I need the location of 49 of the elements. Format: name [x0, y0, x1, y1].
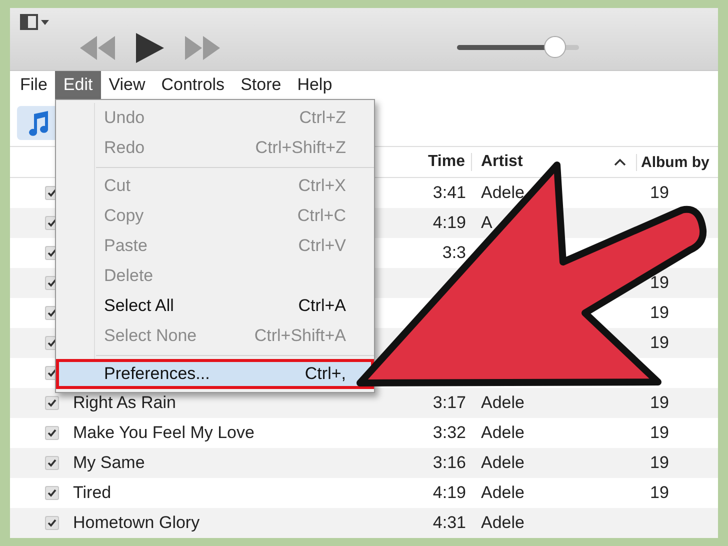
menu-item[interactable]: Select All Ctrl+A	[56, 291, 374, 321]
song-title: Hometown Glory	[73, 513, 200, 532]
song-artist: A	[481, 213, 492, 232]
menu-bar-item[interactable]: Controls	[153, 71, 233, 99]
song-time: 3:41	[432, 183, 466, 202]
song-time: 3:32	[432, 423, 466, 442]
song-album: 19	[650, 183, 669, 202]
menu-bar-item[interactable]: Edit	[55, 71, 101, 99]
song-artist: Adele	[481, 453, 524, 472]
sort-chevron-icon[interactable]	[614, 158, 626, 166]
song-time: 3:17	[432, 393, 466, 412]
music-note-icon	[27, 110, 49, 136]
song-album: 19	[650, 423, 669, 442]
song-album: 19	[650, 453, 669, 472]
song-time: 4:19	[432, 213, 466, 232]
song-time: 4:31	[432, 513, 466, 532]
song-album: 19	[650, 273, 669, 292]
sidebar-toggle-icon[interactable]	[20, 14, 50, 30]
song-artist: Adele	[481, 513, 524, 532]
checkbox[interactable]	[45, 456, 59, 470]
song-title: Make You Feel My Love	[73, 423, 254, 442]
song-artist: Adele	[481, 483, 524, 502]
checkbox[interactable]	[45, 426, 59, 440]
song-title: Tired	[73, 483, 112, 502]
menu-bar-item[interactable]: Help	[289, 71, 340, 99]
menu-item[interactable]: Preferences... Ctrl+,	[56, 359, 374, 389]
song-time: 3:3	[442, 243, 466, 262]
menu-bar-item[interactable]: File	[12, 71, 56, 99]
song-artist: Adele	[481, 393, 524, 412]
play-icon[interactable]	[136, 33, 164, 63]
song-album: 19	[650, 333, 669, 352]
checkbox[interactable]	[45, 486, 59, 500]
column-heading[interactable]: Time	[390, 153, 472, 171]
song-album: 19	[650, 483, 669, 502]
song-title: My Same	[73, 453, 145, 472]
column-heading[interactable]: Album by	[636, 154, 718, 170]
song-title: Right As Rain	[73, 393, 176, 412]
volume-slider[interactable]	[457, 36, 579, 58]
song-album: 19	[650, 393, 669, 412]
song-time: 4:19	[432, 483, 466, 502]
song-artist: Adele	[481, 423, 524, 442]
column-heading[interactable]: Artist	[481, 153, 523, 171]
song-time: 3:16	[432, 453, 466, 472]
song-artist: Adele	[481, 183, 524, 202]
menu-bar-item[interactable]: View	[100, 71, 154, 99]
checkbox[interactable]	[45, 396, 59, 410]
song-album: 19	[650, 303, 669, 322]
menu-bar-item[interactable]: Store	[232, 71, 290, 99]
checkbox[interactable]	[45, 516, 59, 530]
